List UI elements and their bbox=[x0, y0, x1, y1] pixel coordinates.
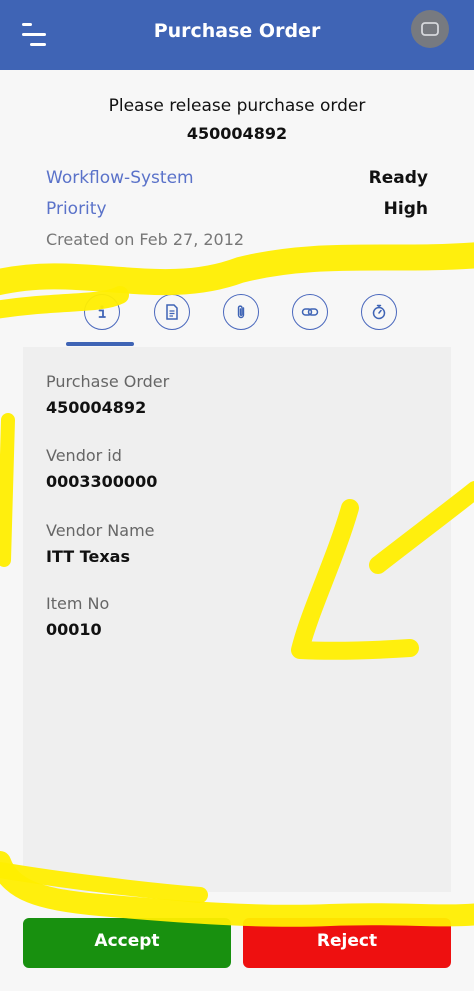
meta-row-workflow: Workflow-System Ready bbox=[46, 168, 428, 194]
detail-label: Item No bbox=[46, 594, 110, 613]
tab-history[interactable] bbox=[361, 294, 397, 330]
intro-block: Please release purchase order 450004892 bbox=[0, 94, 474, 146]
meta-key: Priority bbox=[46, 199, 107, 219]
tab-attachments[interactable] bbox=[223, 294, 259, 330]
info-icon bbox=[98, 305, 106, 318]
app-header: Purchase Order bbox=[0, 0, 474, 70]
meta-value: Ready bbox=[368, 168, 428, 188]
details-panel: Purchase Order 450004892 Vendor id 00033… bbox=[23, 347, 451, 892]
tab-selected-indicator bbox=[66, 342, 134, 346]
detail-field: Vendor id 0003300000 bbox=[46, 445, 157, 493]
detail-value: ITT Texas bbox=[46, 547, 130, 566]
detail-label: Purchase Order bbox=[46, 372, 170, 391]
detail-field: Purchase Order 450004892 bbox=[46, 371, 169, 419]
tab-links[interactable] bbox=[292, 294, 328, 330]
stopwatch-icon bbox=[372, 304, 386, 320]
intro-po-number: 450004892 bbox=[186, 124, 288, 143]
tab-bar bbox=[0, 294, 474, 350]
created-date: Created on Feb 27, 2012 bbox=[46, 230, 245, 249]
meta-key: Workflow-System bbox=[46, 168, 194, 188]
detail-value: 0003300000 bbox=[46, 472, 158, 491]
detail-field: Item No 00010 bbox=[46, 593, 109, 641]
detail-label: Vendor id bbox=[46, 446, 122, 465]
meta-value: High bbox=[383, 199, 428, 219]
link-icon bbox=[301, 308, 319, 316]
tab-info[interactable] bbox=[84, 294, 120, 330]
accept-button[interactable]: Accept bbox=[23, 918, 231, 968]
screen-icon[interactable] bbox=[411, 10, 449, 48]
reject-button[interactable]: Reject bbox=[243, 918, 451, 968]
tab-document[interactable] bbox=[154, 294, 190, 330]
detail-field: Vendor Name ITT Texas bbox=[46, 520, 155, 568]
paperclip-icon bbox=[237, 305, 245, 319]
meta-row-priority: Priority High bbox=[46, 199, 428, 225]
page-title: Purchase Order bbox=[153, 20, 321, 42]
detail-value: 450004892 bbox=[46, 398, 147, 417]
document-icon bbox=[166, 304, 178, 320]
detail-label: Vendor Name bbox=[46, 521, 155, 540]
detail-value: 00010 bbox=[46, 620, 102, 639]
intro-message: Please release purchase order bbox=[108, 96, 366, 116]
